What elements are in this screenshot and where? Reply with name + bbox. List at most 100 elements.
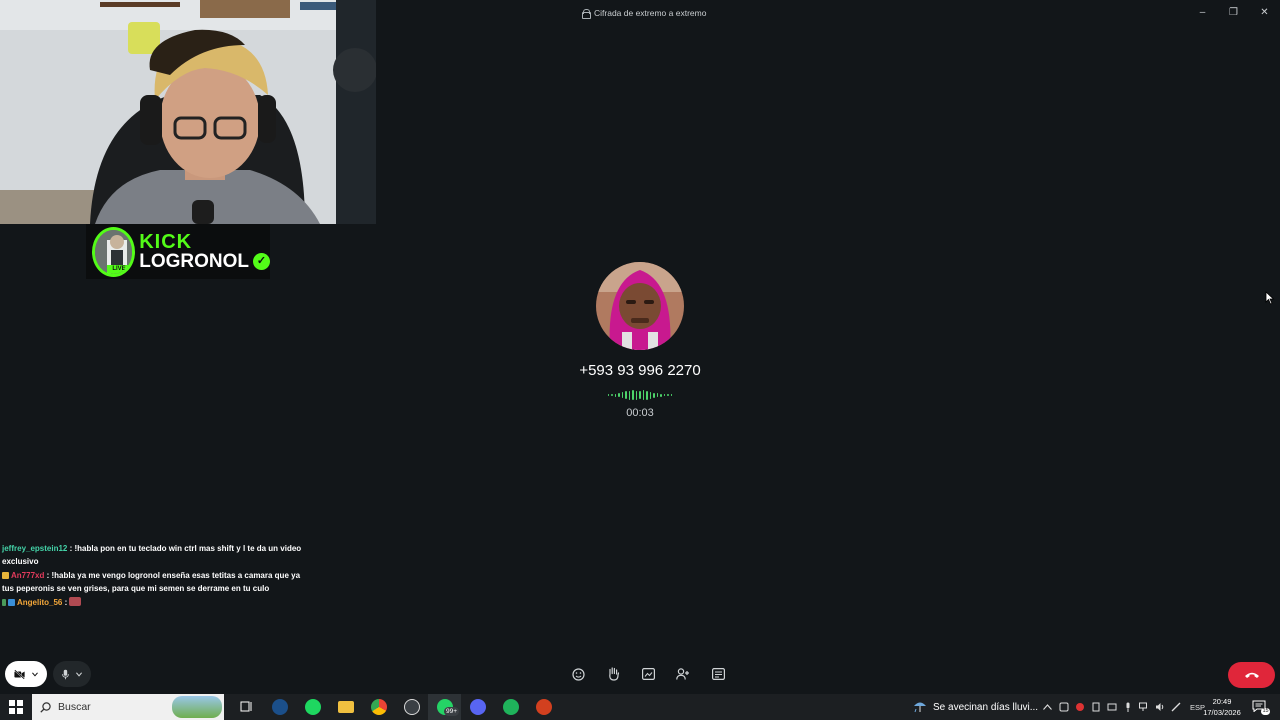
- raise-hand-button[interactable]: [603, 665, 623, 683]
- mic-toggle-button[interactable]: [53, 661, 91, 687]
- call-timer: 00:03: [626, 407, 654, 419]
- chevron-down-icon: [32, 671, 38, 677]
- maximize-button[interactable]: ❐: [1218, 0, 1249, 24]
- notification-center-button[interactable]: 15: [1252, 699, 1271, 715]
- chat-username: An777xd: [11, 571, 45, 580]
- taskbar-chrome[interactable]: [362, 694, 395, 720]
- windows-start-icon[interactable]: [9, 700, 23, 714]
- taskbar-search[interactable]: Buscar: [32, 694, 224, 720]
- tray-app-icon[interactable]: [1074, 702, 1085, 713]
- minimize-button[interactable]: –: [1187, 0, 1218, 24]
- waveform-bar: [656, 393, 659, 397]
- taskbar-apps: 99+: [230, 694, 560, 720]
- chat-message: Angelito_56 :: [2, 597, 302, 610]
- waveform-bar: [628, 390, 631, 400]
- steam-icon: [271, 699, 288, 715]
- channel-row: LOGRONOL ✓: [139, 252, 270, 271]
- call-info: +593 93 996 2270 00:03: [540, 262, 740, 419]
- tray-mic-icon[interactable]: [1122, 702, 1133, 713]
- sub-badge-icon: [2, 572, 9, 579]
- folder-icon: [337, 701, 354, 713]
- lock-icon: [582, 9, 591, 19]
- camera-toggle-button[interactable]: [5, 661, 47, 687]
- taskbar-discord[interactable]: [461, 694, 494, 720]
- search-icon: [40, 701, 51, 713]
- add-person-icon: [676, 668, 689, 680]
- taskbar-file-explorer[interactable]: [329, 694, 362, 720]
- screen-share-button[interactable]: [638, 665, 658, 683]
- system-tray: ESP: [1042, 694, 1205, 720]
- waveform-bar: [646, 390, 648, 400]
- chat-message: An777xd : !habla ya me vengo logronol en…: [2, 571, 301, 593]
- chat-username: Angelito_56: [17, 598, 63, 607]
- waveform-bar: [649, 391, 652, 399]
- taskbar-clock[interactable]: 20:49 17/03/2026: [1196, 696, 1248, 718]
- waveform-bar: [621, 392, 624, 398]
- contact-avatar[interactable]: [596, 262, 684, 350]
- emoji-icon: [571, 667, 585, 681]
- tray-app-icon[interactable]: [1090, 702, 1101, 713]
- volume-icon[interactable]: [1154, 702, 1165, 713]
- emoji-button[interactable]: [568, 665, 588, 683]
- taskbar-other-app[interactable]: [527, 694, 560, 720]
- more-options-button[interactable]: [708, 665, 728, 683]
- window-controls: – ❐ ✕: [1187, 0, 1280, 24]
- raise-hand-icon: [608, 667, 619, 681]
- pen-icon[interactable]: [1170, 702, 1181, 713]
- mouse-cursor-icon: [1265, 291, 1275, 305]
- waveform-bar: [670, 394, 673, 396]
- task-view-button[interactable]: [230, 694, 263, 720]
- chevron-up-icon[interactable]: [1042, 702, 1053, 713]
- game-app-icon: [403, 699, 420, 715]
- kick-text: KICK LOGRONOL ✓: [139, 232, 270, 271]
- clock-time: 20:49: [1212, 697, 1232, 706]
- notification-count: 15: [1261, 708, 1271, 715]
- end-call-button[interactable]: [1228, 662, 1275, 688]
- tray-app-icon[interactable]: [1058, 702, 1069, 713]
- window-title: Cifrada de extremo a extremo: [594, 8, 707, 18]
- kick-logo: KICK: [139, 231, 193, 253]
- contact-number: +593 93 996 2270: [579, 362, 701, 379]
- more-options-icon: [711, 668, 725, 680]
- waveform-bar: [663, 394, 666, 396]
- audio-waveform: [607, 389, 673, 401]
- clock-date: 17/03/2026: [1203, 708, 1241, 717]
- waveform-bar: [660, 393, 662, 397]
- add-participant-button[interactable]: [673, 665, 693, 683]
- contact-avatar-image: [596, 262, 684, 350]
- waveform-bar: [635, 390, 638, 400]
- call-actions: [568, 665, 728, 683]
- weather-widget[interactable]: Se avecinan días lluvi...: [913, 694, 1038, 720]
- app-icon: [535, 699, 552, 715]
- tray-app-icon[interactable]: [1106, 702, 1117, 713]
- waveform-bar: [607, 394, 610, 396]
- spotify-icon: [304, 699, 321, 715]
- chrome-icon: [370, 699, 387, 715]
- waveform-bar: [639, 391, 641, 399]
- encryption-notice: Cifrada de extremo a extremo: [582, 8, 707, 19]
- weather-text: Se avecinan días lluvi...: [933, 701, 1039, 713]
- title-bar: Cifrada de extremo a extremo – ❐ ✕: [376, 0, 1280, 28]
- stream-chat: jeffrey_epstein12 : !habla pon en tu tec…: [2, 543, 302, 612]
- chat-message: jeffrey_epstein12 : !habla pon en tu tec…: [2, 544, 302, 566]
- waveform-bar: [618, 393, 620, 397]
- live-label: LIVE: [107, 264, 131, 274]
- close-button[interactable]: ✕: [1249, 0, 1280, 24]
- media-controls: [5, 661, 91, 687]
- mic-icon: [62, 669, 69, 679]
- verified-icon: ✓: [253, 253, 270, 270]
- browser-icon: [502, 699, 519, 715]
- waveform-bar: [614, 393, 617, 397]
- network-icon[interactable]: [1138, 702, 1149, 713]
- waveform-bar: [625, 391, 627, 399]
- task-view-icon: [240, 701, 252, 712]
- screen-share-icon: [641, 668, 655, 680]
- taskbar-spotify[interactable]: [296, 694, 329, 720]
- taskbar-game-app[interactable]: [395, 694, 428, 720]
- badge-icon: [8, 599, 15, 606]
- taskbar-steam[interactable]: [263, 694, 296, 720]
- taskbar-edge-app[interactable]: [494, 694, 527, 720]
- search-placeholder: Buscar: [58, 701, 91, 713]
- taskbar-whatsapp[interactable]: 99+: [428, 694, 461, 720]
- channel-name: LOGRONOL: [139, 251, 249, 272]
